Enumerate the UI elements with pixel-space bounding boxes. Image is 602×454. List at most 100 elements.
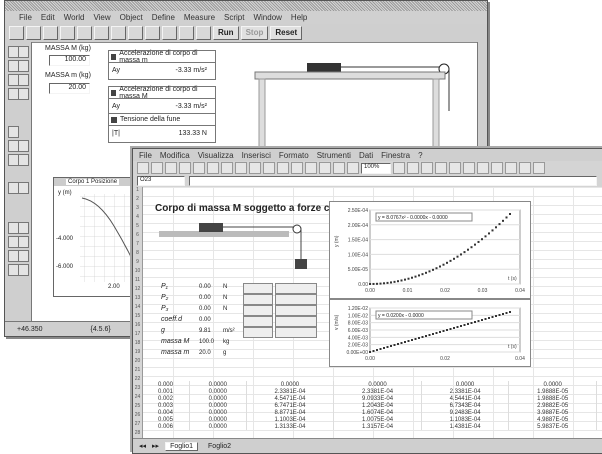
table-cell[interactable]: 1.2043E-04 bbox=[333, 402, 422, 409]
print-icon[interactable] bbox=[111, 26, 126, 40]
table-cell[interactable]: 2.9882E-05 bbox=[508, 402, 597, 409]
new-icon[interactable] bbox=[9, 26, 24, 40]
menu-item[interactable]: Object bbox=[120, 13, 143, 22]
table-cell[interactable]: 0.0000 bbox=[189, 381, 247, 388]
row-header[interactable]: 1 bbox=[133, 187, 142, 193]
align-left-icon[interactable] bbox=[449, 162, 461, 174]
table-cell[interactable]: 0.003 bbox=[142, 402, 190, 409]
table-row[interactable]: 0.004 0.0000 8.8771E-04 1.6074E-04 9.2483E-0… bbox=[142, 409, 597, 416]
table-cell[interactable]: 9.2483E-04 bbox=[421, 409, 510, 416]
help-icon[interactable] bbox=[128, 26, 143, 40]
table-cell[interactable]: 1.0075E-04 bbox=[333, 416, 422, 423]
menu-item[interactable]: Help bbox=[291, 13, 307, 22]
fill-color-icon[interactable] bbox=[519, 162, 531, 174]
row-header[interactable]: 14 bbox=[133, 304, 142, 310]
table-cell[interactable]: 0.001 bbox=[142, 388, 190, 395]
menu-item[interactable]: Script bbox=[224, 13, 244, 22]
row-header[interactable]: 17 bbox=[133, 331, 142, 337]
pulley-tool-icon[interactable] bbox=[18, 154, 29, 166]
row-header[interactable]: 9 bbox=[133, 259, 142, 265]
param-scrollbar[interactable] bbox=[243, 305, 273, 316]
table-cell[interactable]: 5.9837E-05 bbox=[508, 423, 597, 430]
table-cell[interactable]: 1.1083E-04 bbox=[421, 416, 510, 423]
font-icon[interactable] bbox=[407, 162, 419, 174]
menu-item[interactable]: World bbox=[64, 13, 85, 22]
table-cell[interactable]: 0.0000 bbox=[189, 402, 247, 409]
table-cell[interactable]: 1.4381E-04 bbox=[421, 423, 510, 430]
torque-tool-icon[interactable] bbox=[18, 236, 29, 248]
table-cell[interactable]: 2.3381E-04 bbox=[246, 388, 335, 395]
arrow-tool-icon[interactable] bbox=[145, 26, 160, 40]
row-header[interactable]: 11 bbox=[133, 277, 142, 283]
copy-icon[interactable] bbox=[235, 162, 247, 174]
paste-icon[interactable] bbox=[94, 26, 109, 40]
sort-asc-icon[interactable] bbox=[305, 162, 317, 174]
cut-icon[interactable] bbox=[221, 162, 233, 174]
table-row[interactable]: 0.006 0.0000 1.3133E-04 1.3157E-04 1.4381E-0… bbox=[142, 423, 597, 430]
table-cell[interactable]: 0.0000 bbox=[508, 381, 597, 388]
table-cell[interactable]: 3.9887E-05 bbox=[508, 409, 597, 416]
row-header[interactable]: 13 bbox=[133, 295, 142, 301]
table-cell[interactable]: 1.1003E-04 bbox=[246, 416, 335, 423]
rotate-tool-icon[interactable] bbox=[162, 26, 177, 40]
table-row[interactable]: 0.002 0.0000 4.5471E-04 9.0933E-04 4.5441E-0… bbox=[142, 395, 597, 402]
table-cell[interactable]: 2.3381E-04 bbox=[421, 388, 510, 395]
tension-meter[interactable]: Tensione della fune |T| 133.33 N bbox=[108, 113, 216, 143]
param-scrollbar[interactable] bbox=[243, 327, 273, 338]
help-icon[interactable] bbox=[393, 162, 405, 174]
zoom-tool-icon[interactable] bbox=[196, 26, 211, 40]
table-cell[interactable]: 1.9888E-05 bbox=[508, 395, 597, 402]
table-cell[interactable]: 9.0933E-04 bbox=[333, 395, 422, 402]
table-cell[interactable]: 0.0000 bbox=[333, 381, 422, 388]
table-cell[interactable]: 1.9888E-05 bbox=[508, 388, 597, 395]
velocity-chart[interactable]: 1.20E-02 1.00E-02 8.00E-03 6.00E-03 4.00E-03… bbox=[329, 299, 531, 367]
meter-menu-icon[interactable] bbox=[111, 116, 117, 123]
text-tool-icon[interactable] bbox=[179, 26, 194, 40]
row-header[interactable]: 23 bbox=[133, 385, 142, 391]
mass-M-field[interactable]: 100.00 bbox=[49, 55, 90, 66]
menu-item[interactable]: Dati bbox=[359, 151, 373, 160]
menu-item[interactable]: Finestra bbox=[381, 151, 410, 160]
table-cell[interactable]: 0.0000 bbox=[189, 423, 247, 430]
spelling-icon[interactable] bbox=[207, 162, 219, 174]
table-cell[interactable]: 0.0000 bbox=[421, 381, 510, 388]
menu-item[interactable]: Window bbox=[253, 13, 281, 22]
table-cell[interactable]: 0.0000 bbox=[189, 409, 247, 416]
meter-menu-icon[interactable] bbox=[111, 53, 117, 60]
table-cell[interactable]: 1.3133E-04 bbox=[246, 423, 335, 430]
meter-menu-icon[interactable] bbox=[111, 89, 117, 96]
damper-tool-icon[interactable] bbox=[18, 140, 29, 152]
position-chart[interactable]: 2.50E-04 2.00E-04 1.50E-04 1.00E-04 5.00E-05… bbox=[329, 201, 531, 299]
row-header[interactable]: 22 bbox=[133, 376, 142, 382]
param-scrollbar[interactable] bbox=[243, 283, 273, 294]
zoom-palette-icon[interactable] bbox=[18, 60, 29, 72]
redo-icon[interactable] bbox=[277, 162, 289, 174]
table-cell[interactable]: 0.0000 bbox=[189, 395, 247, 402]
open-icon[interactable] bbox=[151, 162, 163, 174]
table-cell[interactable]: 0.002 bbox=[142, 395, 190, 402]
row-header[interactable]: 28 bbox=[133, 430, 142, 436]
bold-icon[interactable] bbox=[421, 162, 433, 174]
acceleration-M-meter[interactable]: Accelerazione di corpo di massa M Ay -3.… bbox=[108, 86, 216, 116]
chart-wizard-icon[interactable] bbox=[333, 162, 345, 174]
undo-icon[interactable] bbox=[263, 162, 275, 174]
copy-icon[interactable] bbox=[77, 26, 92, 40]
menu-item[interactable]: Formato bbox=[279, 151, 309, 160]
run-button[interactable]: Run bbox=[213, 26, 239, 40]
last-sheet-icon[interactable]: ▸▸ bbox=[152, 442, 159, 450]
mass-m-field[interactable]: 20.00 bbox=[49, 83, 90, 94]
row-header[interactable]: 16 bbox=[133, 322, 142, 328]
table-cell[interactable]: 1.6074E-04 bbox=[333, 409, 422, 416]
row-header[interactable]: 15 bbox=[133, 313, 142, 319]
drawing-icon[interactable] bbox=[347, 162, 359, 174]
separator-tool-icon[interactable] bbox=[18, 250, 29, 262]
borders-icon[interactable] bbox=[505, 162, 517, 174]
table-cell[interactable]: 0.004 bbox=[142, 409, 190, 416]
sum-icon[interactable] bbox=[291, 162, 303, 174]
cut-icon[interactable] bbox=[60, 26, 75, 40]
zoom-select[interactable]: 100% bbox=[361, 162, 391, 174]
formula-input[interactable] bbox=[189, 176, 597, 186]
sort-desc-icon[interactable] bbox=[319, 162, 331, 174]
menu-item[interactable]: Inserisci bbox=[242, 151, 271, 160]
table-cell[interactable]: 0.0000 bbox=[189, 416, 247, 423]
